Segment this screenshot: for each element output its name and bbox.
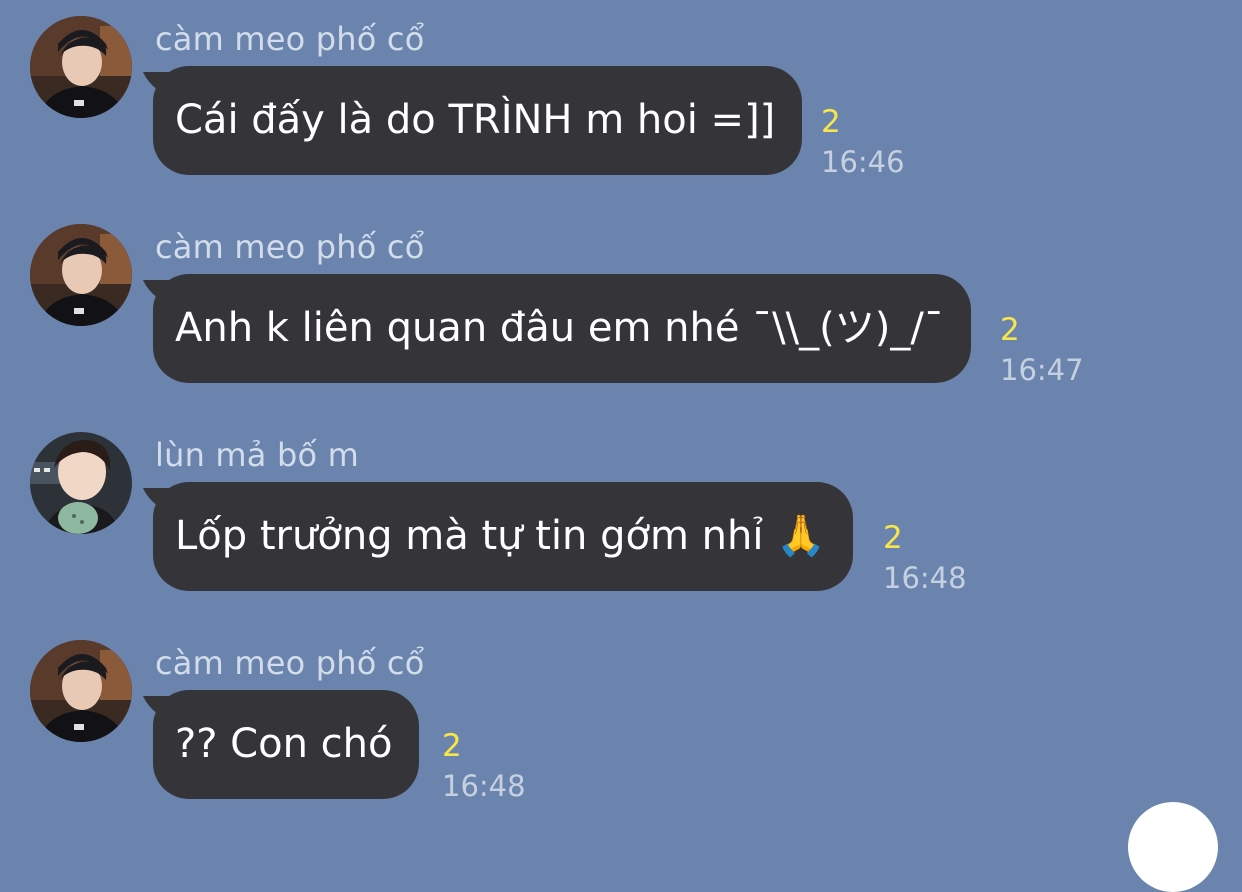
message-row: càm meo phố cổ ?? Con chó 2 16:48 [0, 632, 1242, 832]
message-time: 16:48 [883, 561, 967, 595]
message-row: càm meo phố cổ Anh k liên quan đâu em nh… [0, 216, 1242, 416]
sender-name: lùn mả bố m [155, 436, 360, 474]
message-text: Lốp trưởng mà tự tin gớm nhỉ [175, 513, 764, 559]
sender-name: càm meo phố cổ [155, 20, 425, 58]
message-time: 16:46 [821, 145, 905, 179]
avatar-cam-meo-pho-co[interactable] [30, 224, 132, 326]
read-count: 2 [883, 520, 903, 556]
message-bubble[interactable]: Lốp trưởng mà tự tin gớm nhỉ 🙏 [153, 482, 853, 591]
message-time: 16:48 [442, 769, 526, 803]
avatar-cam-meo-pho-co[interactable] [30, 16, 132, 118]
message-text: ?? Con chó [175, 721, 393, 767]
scroll-to-bottom-button[interactable] [1128, 802, 1218, 892]
message-bubble[interactable]: Anh k liên quan đâu em nhé ¯\\_(ツ)_/¯ [153, 274, 971, 383]
message-bubble[interactable]: Cái đấy là do TRÌNH m hoi =]] [153, 66, 803, 175]
chat-message-list[interactable]: càm meo phố cổ Cái đấy là do TRÌNH m hoi… [0, 0, 1242, 892]
message-text: Cái đấy là do TRÌNH m hoi =]] [175, 97, 776, 143]
read-count: 2 [442, 728, 462, 764]
folded-hands-icon: 🙏 [776, 513, 826, 559]
read-count: 2 [1000, 312, 1020, 348]
message-text: Anh k liên quan đâu em nhé ¯\\_(ツ)_/¯ [175, 305, 944, 351]
read-count: 2 [821, 104, 841, 140]
sender-name: càm meo phố cổ [155, 644, 425, 682]
avatar-cam-meo-pho-co[interactable] [30, 640, 132, 742]
message-row: càm meo phố cổ Cái đấy là do TRÌNH m hoi… [0, 8, 1242, 208]
message-bubble[interactable]: ?? Con chó [153, 690, 420, 799]
avatar-lun-ma-bo-m[interactable] [30, 432, 132, 534]
message-row: lùn mả bố m Lốp trưởng mà tự tin gớm nhỉ… [0, 424, 1242, 624]
sender-name: càm meo phố cổ [155, 228, 425, 266]
message-time: 16:47 [1000, 353, 1084, 387]
